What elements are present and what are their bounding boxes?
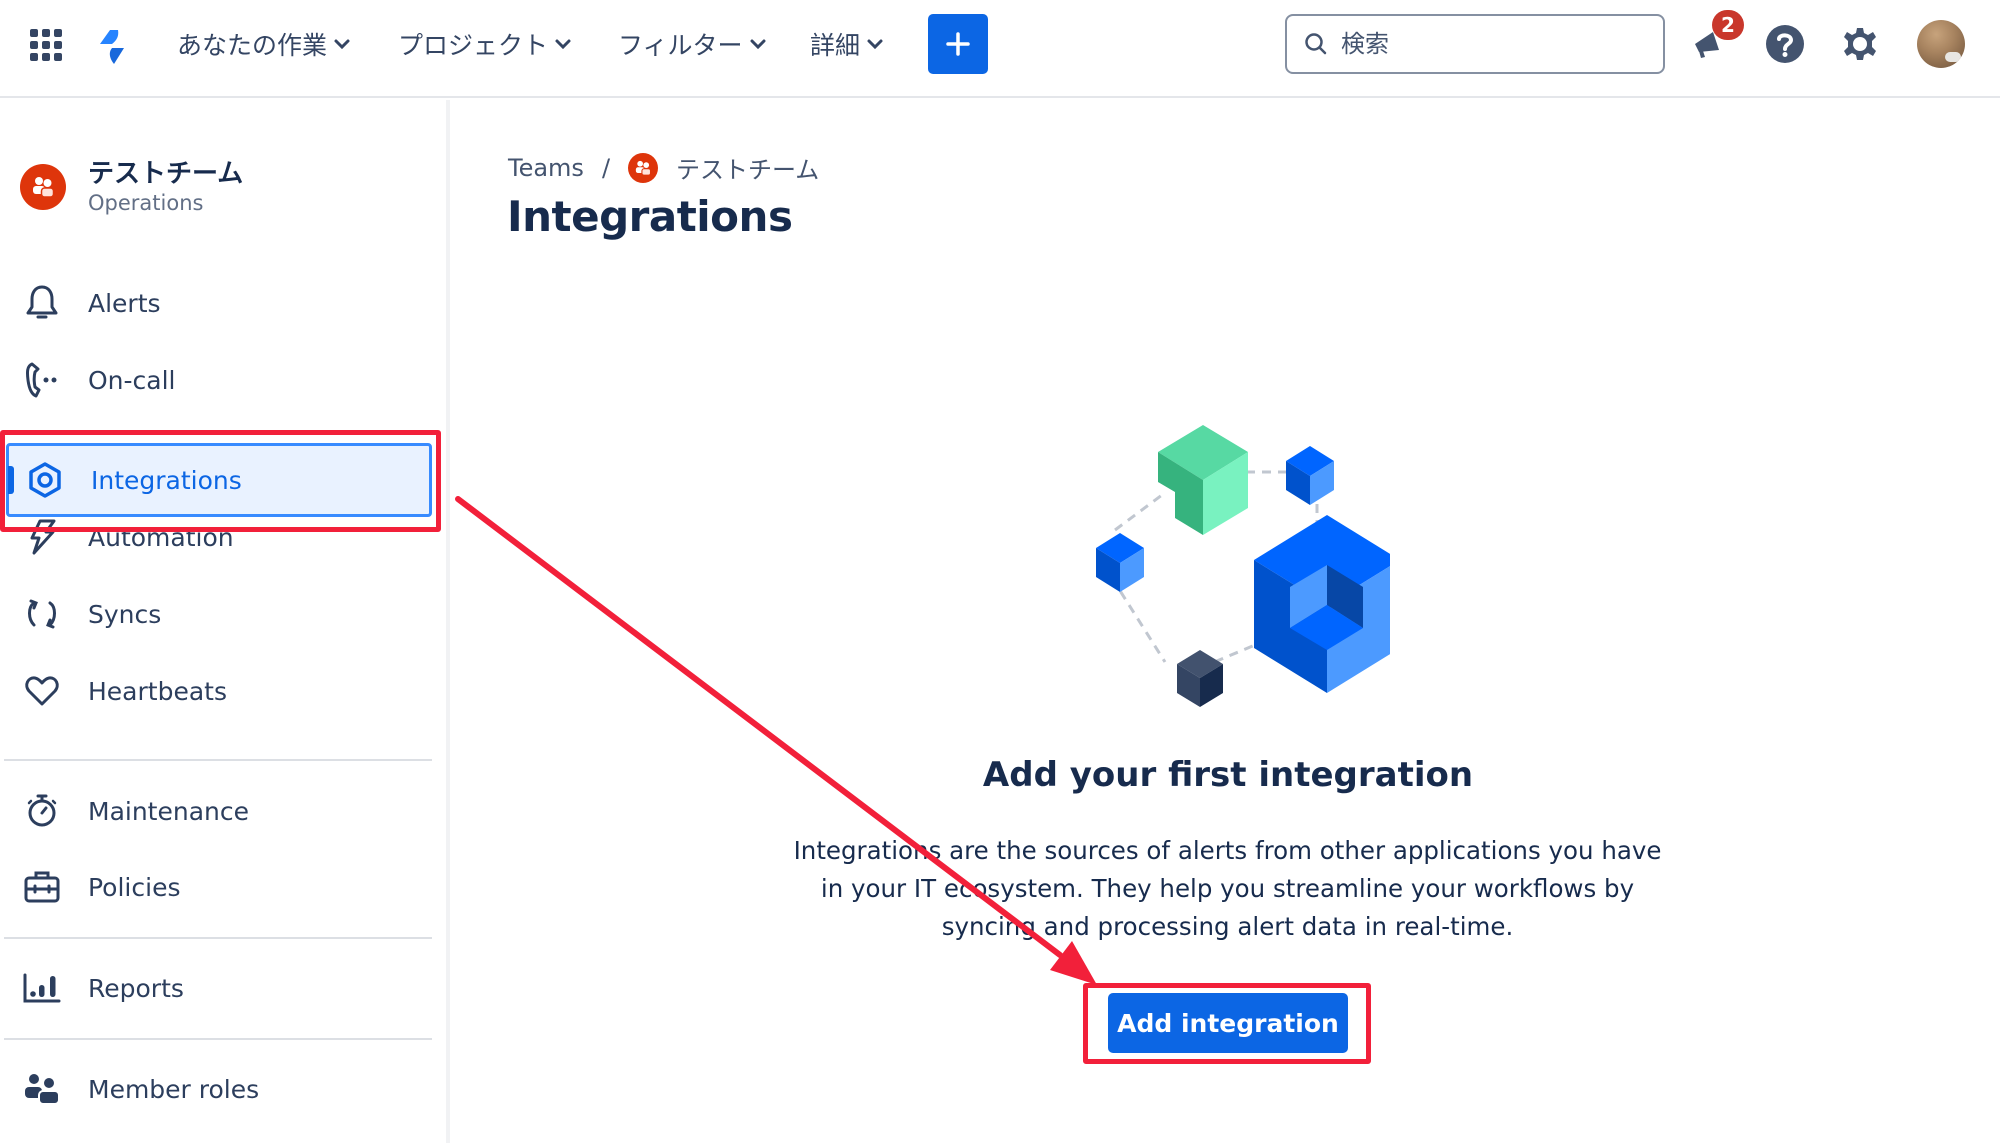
briefcase-icon (22, 867, 62, 907)
green-cube-icon (1158, 425, 1248, 535)
app-switcher-grid-icon[interactable] (30, 29, 62, 61)
chevron-down-icon (867, 39, 883, 50)
sidebar-item-label: Policies (88, 872, 181, 902)
sidebar-item-heartbeats[interactable]: Heartbeats (0, 655, 440, 727)
sidebar-item-on-call[interactable]: On-call (0, 344, 440, 416)
dark-cube-icon (1177, 650, 1223, 707)
sidebar-item-member-roles[interactable]: Member roles (0, 1053, 440, 1125)
team-icon (20, 164, 66, 210)
sidebar-item-policies[interactable]: Policies (0, 851, 440, 923)
question-icon (1766, 25, 1804, 63)
create-button[interactable] (928, 14, 988, 74)
sidebar-item-label: Member roles (88, 1074, 260, 1104)
team-icon (628, 152, 659, 183)
sidebar-divider (4, 1038, 432, 1040)
stopwatch-icon (22, 791, 62, 831)
bell-icon (22, 283, 62, 323)
sidebar-item-label: On-call (88, 365, 176, 395)
notification-count-badge: 2 (1712, 10, 1744, 40)
sync-icon (22, 594, 62, 634)
nav-filters[interactable]: フィルター (618, 24, 767, 64)
jira-logo-icon[interactable] (92, 26, 132, 66)
sidebar: テストチーム Operations Alerts On-call Integra… (0, 100, 446, 1143)
lightning-icon (22, 517, 62, 557)
gear-icon (1844, 28, 1876, 60)
heart-icon (22, 671, 62, 711)
chevron-down-icon (555, 39, 571, 50)
phone-icon (22, 360, 62, 400)
sidebar-item-automation[interactable]: Automation (0, 501, 440, 573)
sidebar-item-label: Reports (88, 973, 184, 1003)
nav-more-label: 詳細 (810, 31, 861, 60)
chevron-down-icon (750, 39, 766, 50)
team-name: テストチーム (88, 159, 244, 189)
small-blue-cube-icon (1096, 533, 1144, 592)
team-people-icon (635, 160, 652, 176)
page-title: Integrations (507, 192, 793, 241)
breadcrumb-separator: / (601, 153, 611, 182)
team-people-icon (33, 177, 55, 198)
sidebar-divider (4, 937, 432, 939)
integrations-illustration (1096, 425, 1390, 707)
annotation-arrow-head (1050, 941, 1097, 985)
search-icon (1305, 33, 1327, 55)
small-blue-cube-icon (1286, 446, 1334, 505)
sidebar-resize-handle[interactable] (446, 100, 450, 1143)
nav-your-work[interactable]: あなたの作業 (177, 24, 351, 64)
sidebar-item-alerts[interactable]: Alerts (0, 267, 440, 339)
people-icon (22, 1069, 62, 1109)
nav-your-work-label: あなたの作業 (177, 31, 328, 60)
sidebar-item-label: Integrations (91, 465, 242, 495)
plus-icon (946, 32, 970, 56)
nav-filters-label: フィルター (618, 31, 743, 60)
user-avatar[interactable] (1917, 20, 1965, 68)
nav-projects-label: プロジェクト (398, 31, 549, 60)
help-button[interactable] (1763, 22, 1807, 66)
selected-indicator (8, 466, 14, 494)
add-integration-button[interactable]: Add integration (1108, 993, 1348, 1053)
sidebar-item-label: Syncs (88, 599, 162, 629)
sidebar-item-label: Alerts (88, 288, 161, 318)
nav-projects[interactable]: プロジェクト (398, 24, 572, 64)
sidebar-item-label: Automation (88, 522, 234, 552)
nav-more[interactable]: 詳細 (810, 24, 884, 64)
chevron-down-icon (334, 39, 350, 50)
breadcrumb-team-link[interactable]: テストチーム (676, 150, 819, 185)
sidebar-item-label: Heartbeats (88, 676, 227, 706)
sidebar-item-label: Maintenance (88, 796, 249, 826)
search-field[interactable] (1285, 14, 1665, 74)
breadcrumb: Teams / テストチーム (508, 150, 819, 185)
top-navigation: あなたの作業 プロジェクト フィルター 詳細 2 (0, 0, 2000, 98)
hexagon-icon (25, 460, 65, 500)
empty-state-description: Integrations are the sources of alerts f… (793, 836, 1662, 941)
team-header[interactable]: テストチーム Operations (20, 158, 243, 216)
search-input[interactable] (1341, 30, 1641, 58)
breadcrumb-teams-link[interactable]: Teams (508, 154, 584, 182)
team-type: Operations (88, 191, 204, 215)
sidebar-item-reports[interactable]: Reports (0, 952, 440, 1024)
empty-state-heading: Add your first integration (982, 755, 1474, 795)
sidebar-item-syncs[interactable]: Syncs (0, 578, 440, 650)
settings-button[interactable] (1838, 22, 1882, 66)
large-blue-cube-icon (1254, 515, 1390, 693)
bar-chart-icon (22, 968, 62, 1008)
